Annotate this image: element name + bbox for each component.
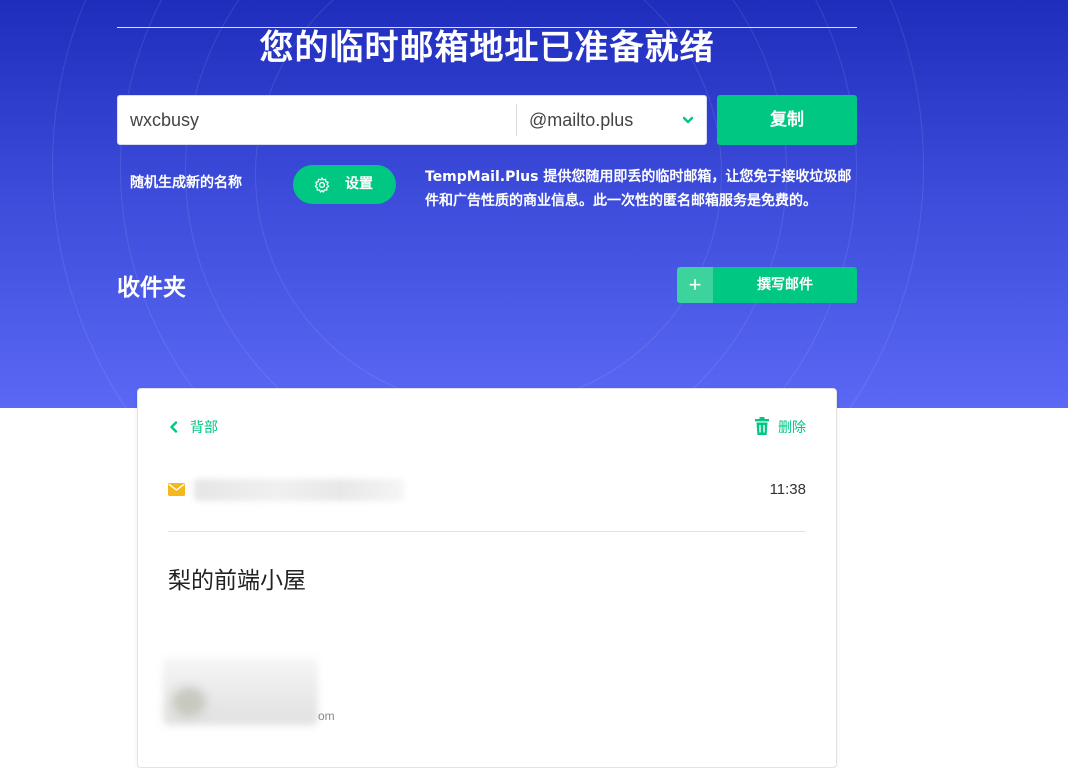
plus-icon: +: [677, 267, 713, 303]
back-label: 背部: [190, 420, 218, 436]
address-field[interactable]: wxcbusy @mailto.plus: [117, 95, 707, 145]
domain-select[interactable]: @mailto.plus: [529, 96, 633, 144]
message-time: 11:38: [769, 481, 806, 498]
copy-button[interactable]: 复制: [717, 95, 857, 145]
address-separator: [516, 104, 517, 136]
compose-button[interactable]: + 撰写邮件: [677, 267, 857, 303]
delete-button[interactable]: 删除: [754, 417, 806, 437]
service-description: TempMail.Plus 提供您随用即丢的临时邮箱，让您免于接收垃圾邮件和广告…: [425, 169, 852, 209]
sender-address-blurred: [194, 479, 404, 501]
chevron-down-icon[interactable]: [680, 112, 696, 128]
avatar-blurred: [172, 687, 206, 717]
random-name-link[interactable]: 随机生成新的名称: [130, 172, 242, 192]
header-divider: [168, 531, 806, 532]
message-body-fragment: om: [318, 709, 335, 723]
chevron-left-icon: [170, 421, 178, 433]
delete-label: 删除: [778, 420, 806, 436]
message-subject: 梨的前端小屋: [168, 568, 306, 594]
settings-button[interactable]: 设置: [293, 165, 396, 204]
compose-label: 撰写邮件: [757, 277, 813, 293]
inbox-heading: 收件夹: [117, 275, 186, 301]
hero-section: 您的临时邮箱地址已准备就绪 wxcbusy @mailto.plus 复制 随机…: [0, 0, 1068, 408]
settings-label: 设置: [345, 176, 373, 192]
trash-icon: [755, 417, 769, 435]
gear-icon: [314, 177, 330, 193]
page-title: 您的临时邮箱地址已准备就绪: [259, 28, 715, 68]
address-name-input[interactable]: wxcbusy: [130, 96, 199, 144]
message-card: 背部 删除 11:38 梨的前端小屋 om: [137, 388, 837, 768]
envelope-icon: [168, 483, 185, 496]
back-button[interactable]: 背部: [168, 417, 218, 437]
